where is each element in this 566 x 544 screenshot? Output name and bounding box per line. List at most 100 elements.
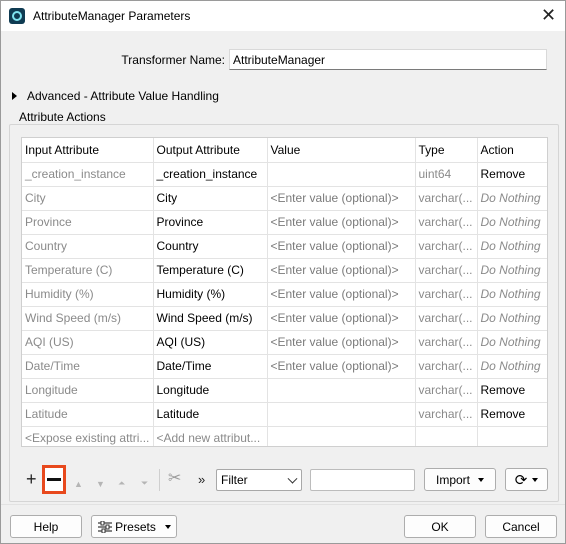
output-attribute-cell[interactable]: Province [153, 210, 268, 235]
output-attribute-cell[interactable]: Longitude [153, 378, 268, 403]
move-to-top-icon[interactable]: ⏶ [118, 475, 125, 491]
type-cell[interactable]: varchar(... [415, 234, 478, 259]
action-cell[interactable]: Do Nothing [477, 186, 547, 211]
value-cell[interactable]: <Enter value (optional)> [267, 210, 416, 235]
value-cell[interactable] [267, 162, 416, 187]
output-attribute-cell[interactable]: Latitude [153, 402, 268, 427]
output-attribute-cell[interactable]: City [153, 186, 268, 211]
scissors-icon[interactable]: ✂ [168, 471, 181, 487]
table-row[interactable]: City City <Enter value (optional)> varch… [22, 186, 547, 211]
action-cell[interactable] [477, 426, 547, 446]
value-cell[interactable] [267, 426, 416, 446]
input-attribute-cell[interactable]: City [22, 186, 154, 211]
action-cell[interactable]: Do Nothing [477, 234, 547, 259]
input-attribute-cell[interactable]: Date/Time [22, 354, 154, 379]
help-button[interactable]: Help [10, 515, 82, 538]
type-cell[interactable]: uint64 [415, 162, 478, 187]
table-row[interactable]: AQI (US) AQI (US) <Enter value (optional… [22, 330, 547, 355]
action-cell[interactable]: Remove [477, 402, 547, 427]
type-cell[interactable]: varchar(... [415, 378, 478, 403]
table-row[interactable]: Temperature (C) Temperature (C) <Enter v… [22, 258, 547, 283]
action-cell[interactable]: Do Nothing [477, 354, 547, 379]
cancel-button[interactable]: Cancel [485, 515, 557, 538]
type-cell[interactable] [415, 426, 478, 446]
input-attribute-cell[interactable]: Longitude [22, 378, 154, 403]
add-new-attribute-cell[interactable]: <Add new attribut... [153, 426, 268, 446]
output-attribute-cell[interactable]: Wind Speed (m/s) [153, 306, 268, 331]
output-attribute-cell[interactable]: Temperature (C) [153, 258, 268, 283]
output-attribute-cell[interactable]: Humidity (%) [153, 282, 268, 307]
type-cell[interactable]: varchar(... [415, 210, 478, 235]
value-cell[interactable]: <Enter value (optional)> [267, 258, 416, 283]
transformer-name-input[interactable]: AttributeManager [229, 49, 547, 70]
output-attribute-cell[interactable]: _creation_instance [153, 162, 268, 187]
close-icon[interactable]: ✕ [541, 5, 556, 25]
remove-attribute-button[interactable] [42, 465, 66, 494]
table-row[interactable]: Humidity (%) Humidity (%) <Enter value (… [22, 282, 547, 307]
table-row[interactable]: _creation_instance _creation_instance ui… [22, 162, 547, 187]
value-cell[interactable]: <Enter value (optional)> [267, 306, 416, 331]
input-attribute-cell[interactable]: Latitude [22, 402, 154, 427]
input-attribute-cell[interactable]: Temperature (C) [22, 258, 154, 283]
ok-button[interactable]: OK [404, 515, 476, 538]
column-header-input[interactable]: Input Attribute [22, 138, 154, 163]
table-row[interactable]: Latitude Latitude varchar(... Remove [22, 402, 547, 427]
value-cell[interactable] [267, 402, 416, 427]
move-down-icon[interactable]: ▼ [96, 476, 105, 492]
table-row[interactable]: Date/Time Date/Time <Enter value (option… [22, 354, 547, 379]
table-row[interactable]: Country Country <Enter value (optional)>… [22, 234, 547, 259]
input-attribute-cell[interactable]: _creation_instance [22, 162, 154, 187]
input-attribute-cell[interactable]: Province [22, 210, 154, 235]
type-cell[interactable]: varchar(... [415, 306, 478, 331]
action-cell[interactable]: Remove [477, 162, 547, 187]
advanced-section-label: Advanced - Attribute Value Handling [27, 89, 219, 103]
output-attribute-cell[interactable]: Country [153, 234, 268, 259]
table-row[interactable]: <Expose existing attri... <Add new attri… [22, 426, 547, 446]
output-attribute-cell[interactable]: AQI (US) [153, 330, 268, 355]
value-cell[interactable]: <Enter value (optional)> [267, 354, 416, 379]
type-cell[interactable]: varchar(... [415, 402, 478, 427]
plus-icon[interactable]: + [26, 470, 37, 488]
action-cell[interactable]: Remove [477, 378, 547, 403]
presets-button[interactable]: Presets [91, 515, 177, 538]
column-header-type[interactable]: Type [415, 138, 478, 163]
move-up-icon[interactable]: ▲ [74, 476, 83, 492]
column-header-value[interactable]: Value [267, 138, 416, 163]
filter-dropdown[interactable]: Filter [216, 469, 302, 491]
more-icon[interactable]: » [198, 472, 205, 488]
table-row[interactable]: Wind Speed (m/s) Wind Speed (m/s) <Enter… [22, 306, 547, 331]
value-cell[interactable]: <Enter value (optional)> [267, 234, 416, 259]
type-cell[interactable]: varchar(... [415, 330, 478, 355]
action-cell[interactable]: Do Nothing [477, 282, 547, 307]
value-cell[interactable]: <Enter value (optional)> [267, 330, 416, 355]
refresh-button[interactable]: ⟳ [505, 468, 548, 491]
table-row[interactable]: Province Province <Enter value (optional… [22, 210, 547, 235]
help-button-label: Help [33, 519, 59, 534]
action-cell[interactable]: Do Nothing [477, 330, 547, 355]
value-cell[interactable]: <Enter value (optional)> [267, 186, 416, 211]
type-cell[interactable]: varchar(... [415, 258, 478, 283]
import-button[interactable]: Import [424, 468, 496, 491]
expose-existing-attribute-cell[interactable]: <Expose existing attri... [22, 426, 154, 446]
advanced-section-toggle[interactable]: Advanced - Attribute Value Handling [11, 88, 219, 104]
action-cell[interactable]: Do Nothing [477, 306, 547, 331]
output-attribute-cell[interactable]: Date/Time [153, 354, 268, 379]
value-cell[interactable]: <Enter value (optional)> [267, 282, 416, 307]
value-cell[interactable] [267, 378, 416, 403]
type-cell[interactable]: varchar(... [415, 186, 478, 211]
move-to-bottom-icon[interactable]: ⏷ [141, 475, 148, 491]
input-attribute-cell[interactable]: Country [22, 234, 154, 259]
input-attribute-cell[interactable]: Humidity (%) [22, 282, 154, 307]
type-cell[interactable]: varchar(... [415, 282, 478, 307]
type-cell[interactable]: varchar(... [415, 354, 478, 379]
input-attribute-cell[interactable]: Wind Speed (m/s) [22, 306, 154, 331]
ok-button-label: OK [431, 519, 449, 534]
filter-text-input[interactable] [310, 469, 415, 491]
action-cell[interactable]: Do Nothing [477, 258, 547, 283]
action-cell[interactable]: Do Nothing [477, 210, 547, 235]
table-row[interactable]: Longitude Longitude varchar(... Remove [22, 378, 547, 403]
input-attribute-cell[interactable]: AQI (US) [22, 330, 154, 355]
column-header-output[interactable]: Output Attribute [153, 138, 268, 163]
column-header-action[interactable]: Action [477, 138, 547, 163]
transformer-name-row: Transformer Name: AttributeManager [1, 49, 565, 71]
